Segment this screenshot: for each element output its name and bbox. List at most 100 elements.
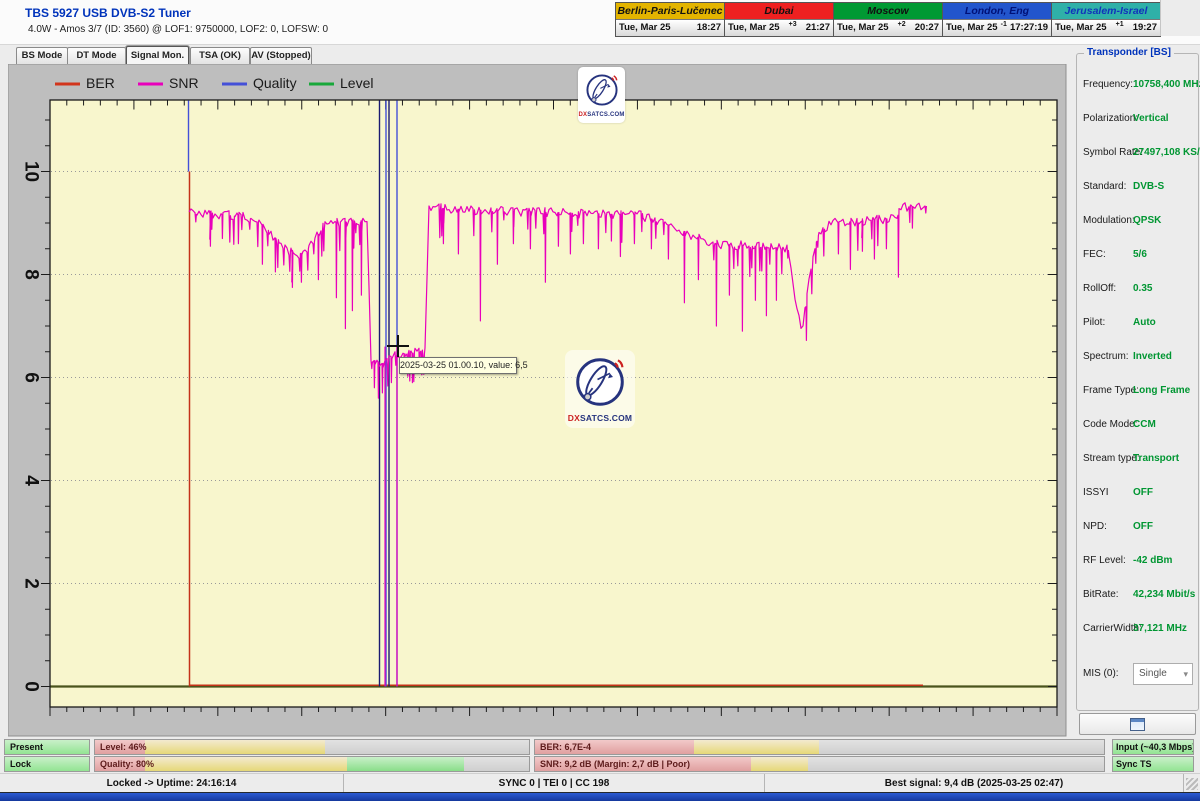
window-top-bar: TBS 5927 USB DVB-S2 Tuner 4.0W - Amos 3/… <box>0 0 1200 45</box>
quality-label: Quality: 80% <box>100 757 154 771</box>
field-label: NPD: <box>1083 521 1107 532</box>
field-symbol-rate-: Symbol Rate: 27497,108 KS/s <box>1077 147 1198 161</box>
clock-jerusalem-israel: Jerusalem-Israel Tue, Mar 25+119:27 <box>1052 3 1160 36</box>
clock-city: Jerusalem-Israel <box>1052 3 1160 19</box>
field-label: Standard: <box>1083 181 1126 192</box>
field-value: 5/6 <box>1133 249 1147 260</box>
input-label: Input (~40,3 Mbps) <box>1116 740 1194 754</box>
tab-tsa-ok-[interactable]: TSA (OK) <box>190 47 250 65</box>
y-tick-label: 6 <box>21 372 42 383</box>
field-value: DVB-S <box>1133 181 1164 192</box>
clock-city: Berlin-Paris-Lučenec <box>616 3 724 19</box>
field-modulation-: Modulation: QPSK <box>1077 215 1198 229</box>
top-right-corner <box>1160 0 1200 36</box>
field-npd-: NPD: OFF <box>1077 521 1198 535</box>
legend-level: Level <box>340 75 373 91</box>
satellite-dish-icon <box>585 73 619 107</box>
field-issyi: ISSYI OFF <box>1077 487 1198 501</box>
clock-london-eng: London, Eng Tue, Mar 25-117:27:19 <box>943 3 1052 36</box>
clock-city: London, Eng <box>943 3 1051 19</box>
field-standard-: Standard: DVB-S <box>1077 181 1198 195</box>
field-label: Frame Type: <box>1083 385 1139 396</box>
field-label: BitRate: <box>1083 589 1119 600</box>
field-value: OFF <box>1133 521 1153 532</box>
field-carrierwidth-: CarrierWidth: 37,121 MHz <box>1077 623 1198 637</box>
save-table-icon <box>1130 718 1145 731</box>
field-frame-type-: Frame Type: Long Frame <box>1077 385 1198 399</box>
field-polarization-: Polarization: Vertical <box>1077 113 1198 127</box>
ber-label: BER: 6,7E-4 <box>540 740 591 754</box>
tab-dt-mode[interactable]: DT Mode <box>67 47 126 65</box>
field-value: Vertical <box>1133 113 1169 124</box>
y-tick-label: 4 <box>21 475 42 486</box>
field-label: Frequency: <box>1083 79 1133 90</box>
lock-indicator: Lock <box>4 756 90 772</box>
lock-label: Lock <box>10 757 31 771</box>
present-indicator: Present <box>4 739 90 755</box>
resize-grip[interactable] <box>1186 778 1198 790</box>
field-label: Polarization: <box>1083 113 1138 124</box>
field-label: Code Mode: <box>1083 419 1137 430</box>
best-signal-status: Best signal: 9,4 dB (2025-03-25 02:47) <box>765 774 1184 793</box>
field-label: Spectrum: <box>1083 351 1129 362</box>
clock-time: Tue, Mar 25+220:27 <box>834 19 942 36</box>
field-label: Pilot: <box>1083 317 1105 328</box>
clock-time: Tue, Mar 25+119:27 <box>1052 19 1160 36</box>
export-button[interactable] <box>1079 713 1196 735</box>
satellite-dish-logo-icon <box>585 73 619 112</box>
field-value: 10758,400 MHz <box>1133 79 1200 90</box>
field-label: Stream type: <box>1083 453 1140 464</box>
field-value: 42,234 Mbit/s <box>1133 589 1195 600</box>
status-bar: Locked -> Uptime: 24:16:14 SYNC 0 | TEI … <box>0 773 1200 793</box>
field-value: -42 dBm <box>1133 555 1172 566</box>
satellite-dish-logo-icon <box>574 356 626 413</box>
field-pilot-: Pilot: Auto <box>1077 317 1198 331</box>
clock-time: Tue, Mar 2518:27 <box>616 19 724 36</box>
clock-city: Moscow <box>834 3 942 19</box>
field-value: 0.35 <box>1133 283 1152 294</box>
field-bitrate-: BitRate: 42,234 Mbit/s <box>1077 589 1198 603</box>
field-label: RF Level: <box>1083 555 1126 566</box>
field-rf-level-: RF Level: -42 dBm <box>1077 555 1198 569</box>
y-tick-label: 2 <box>21 578 42 589</box>
dxsatcs-watermark-center: DXSATCS.COM <box>565 350 635 428</box>
ber-gauge: BER: 6,7E-4 <box>534 739 1105 755</box>
world-clocks-panel: Berlin-Paris-Lučenec Tue, Mar 2518:27Dub… <box>615 2 1161 37</box>
signal-monitor-chart[interactable]: BERSNRQualityLevel0246810 <box>8 64 1067 737</box>
level-label: Level: 46% <box>100 740 147 754</box>
sync-ts-label: Sync TS <box>1116 757 1152 771</box>
clock-dubai: Dubai Tue, Mar 25+321:27 <box>725 3 834 36</box>
clock-city: Dubai <box>725 3 833 19</box>
groupbox-title: Transponder [BS] <box>1084 47 1174 58</box>
field-rolloff-: RollOff: 0.35 <box>1077 283 1198 297</box>
field-spectrum-: Spectrum: Inverted <box>1077 351 1198 365</box>
legend-quality: Quality <box>253 75 297 91</box>
field-value: CCM <box>1133 419 1156 430</box>
quality-gauge: Quality: 80% <box>94 756 530 772</box>
tuner-subtitle: 4.0W - Amos 3/7 (ID: 3560) @ LOF1: 97500… <box>28 24 328 35</box>
tab-signal-mon-[interactable]: Signal Mon. <box>126 46 189 66</box>
tab-av-stopped-[interactable]: AV (Stopped) <box>250 47 312 65</box>
mis-dropdown[interactable]: Single ▾ <box>1133 663 1193 685</box>
clock-berlin-paris-lu-enec: Berlin-Paris-Lučenec Tue, Mar 2518:27 <box>616 3 725 36</box>
field-value: Transport <box>1133 453 1179 464</box>
dxsatcs-watermark-top: DXSATCS.COM <box>578 67 625 123</box>
field-value: Inverted <box>1133 351 1172 362</box>
level-gauge: Level: 46% <box>94 739 530 755</box>
tab-bs-mode[interactable]: BS Mode <box>16 47 68 65</box>
clock-time: Tue, Mar 25-117:27:19 <box>943 19 1051 36</box>
watermark-label: DXSATCS.COM <box>578 112 624 118</box>
field-label: Modulation: <box>1083 215 1135 226</box>
field-fec-: FEC: 5/6 <box>1077 249 1198 263</box>
y-tick-label: 0 <box>21 681 42 692</box>
field-code-mode-: Code Mode: CCM <box>1077 419 1198 433</box>
chart-tooltip: 2025-03-25 01.00.10, value: 6,5 <box>399 357 517 374</box>
mis-label: MIS (0): <box>1083 668 1119 679</box>
field-value: 37,121 MHz <box>1133 623 1187 634</box>
clock-time: Tue, Mar 25+321:27 <box>725 19 833 36</box>
y-tick-label: 8 <box>21 269 42 280</box>
legend-ber: BER <box>86 75 115 91</box>
uptime-status: Locked -> Uptime: 24:16:14 <box>0 774 344 793</box>
clock-moscow: Moscow Tue, Mar 25+220:27 <box>834 3 943 36</box>
field-label: ISSYI <box>1083 487 1109 498</box>
